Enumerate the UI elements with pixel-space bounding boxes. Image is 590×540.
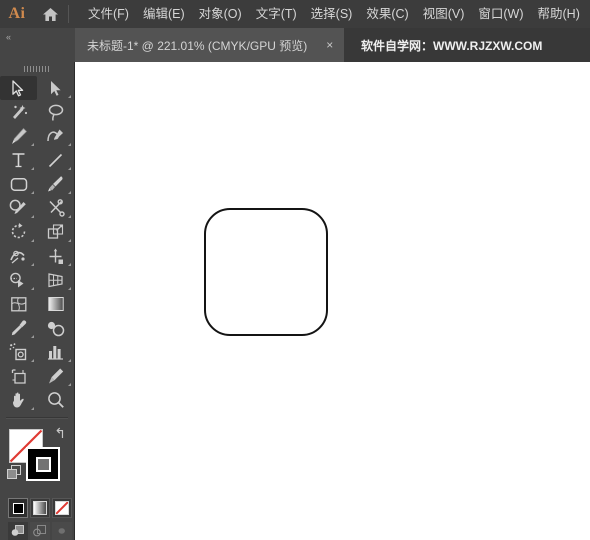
menu-help[interactable]: 帮助(H) [531,0,587,28]
color-mode-button[interactable] [8,498,28,518]
shaper-tool[interactable] [0,196,37,220]
flyout-indicator-icon [68,215,71,218]
menu-divider [68,5,69,23]
document-tab-title: 未标题-1* @ 221.01% (CMYK/GPU 预览) [87,38,308,53]
tools-grid [0,76,74,412]
home-icon[interactable] [34,0,66,28]
promo-banner-text: 软件自学网：WWW.RJZXW.COM [361,38,543,53]
tab-bar-left-gutter: « [0,28,75,62]
rotate-tool[interactable] [0,220,37,244]
collapse-panel-icon[interactable]: « [6,32,11,42]
menu-effect[interactable]: 效果(C) [359,0,415,28]
artboard-tool[interactable] [0,364,37,388]
menu-window[interactable]: 窗口(W) [471,0,530,28]
flyout-indicator-icon [68,239,71,242]
flyout-indicator-icon [31,215,34,218]
tools-panel: ↰ [0,62,75,540]
paintbrush-tool[interactable] [37,172,74,196]
tools-panel-grip[interactable] [0,62,74,76]
type-tool[interactable] [0,148,37,172]
flyout-indicator-icon [68,143,71,146]
flyout-indicator-icon [68,359,71,362]
eyedropper-tool[interactable] [0,316,37,340]
direct-selection-tool[interactable] [37,76,74,100]
artboard-canvas[interactable] [75,62,590,540]
flyout-indicator-icon [68,383,71,386]
mesh-tool[interactable] [0,292,37,316]
perspective-grid-tool[interactable] [37,268,74,292]
none-color-icon [55,501,69,515]
fill-mode-row [0,494,74,518]
stroke-swatch[interactable] [26,447,60,481]
draw-normal-button[interactable] [8,522,28,540]
menu-select[interactable]: 选择(S) [304,0,360,28]
grip-dots-icon [24,66,50,72]
flyout-indicator-icon [31,167,34,170]
column-graph-tool[interactable] [37,340,74,364]
lasso-tool[interactable] [37,100,74,124]
symbol-sprayer-tool[interactable] [0,340,37,364]
default-fill-stroke-icon[interactable] [7,465,22,485]
stroke-swatch-inner [35,456,51,472]
draw-behind-button[interactable] [30,522,50,540]
curvature-tool[interactable] [37,124,74,148]
flyout-indicator-icon [31,287,34,290]
flyout-indicator-icon [31,143,34,146]
flyout-indicator-icon [31,335,34,338]
fill-stroke-controls: ↰ [0,424,74,494]
menu-object[interactable]: 对象(O) [192,0,249,28]
ai-logo: Ai [8,5,26,22]
magic-wand-tool[interactable] [0,100,37,124]
menu-item-list: 文件(F) 编辑(E) 对象(O) 文字(T) 选择(S) 效果(C) 视图(V… [81,0,587,28]
gradient-tool[interactable] [37,292,74,316]
line-segment-tool[interactable] [37,148,74,172]
gradient-mode-button[interactable] [30,498,50,518]
rounded-rectangle-shape[interactable] [204,208,328,336]
scale-tool[interactable] [37,220,74,244]
zoom-tool[interactable] [37,388,74,412]
menu-view[interactable]: 视图(V) [416,0,472,28]
menu-file[interactable]: 文件(F) [81,0,136,28]
pen-tool[interactable] [0,124,37,148]
document-tab[interactable]: 未标题-1* @ 221.01% (CMYK/GPU 预览) × [75,28,345,62]
illustrator-window: Ai 文件(F) 编辑(E) 对象(O) 文字(T) 选择(S) 效果(C) 视… [0,0,590,540]
solid-color-icon [12,502,24,514]
blend-tool[interactable] [37,316,74,340]
rounded-rectangle-tool[interactable] [0,172,37,196]
flyout-indicator-icon [68,191,71,194]
menu-type[interactable]: 文字(T) [249,0,304,28]
menu-bar: Ai 文件(F) 编辑(E) 对象(O) 文字(T) 选择(S) 效果(C) 视… [0,0,590,28]
draw-inside-button[interactable] [52,522,72,540]
flyout-indicator-icon [31,359,34,362]
flyout-indicator-icon [68,287,71,290]
none-mode-button[interactable] [52,498,72,518]
shape-builder-tool[interactable] [0,268,37,292]
flyout-indicator-icon [68,263,71,266]
gradient-icon [33,501,47,515]
scissors-tool[interactable] [37,196,74,220]
slice-tool[interactable] [37,364,74,388]
flyout-indicator-icon [31,239,34,242]
toolbar-divider [6,417,68,419]
flyout-indicator-icon [31,191,34,194]
swap-fill-stroke-icon[interactable]: ↰ [54,426,66,440]
menu-edit[interactable]: 编辑(E) [136,0,192,28]
close-icon[interactable]: × [321,38,338,52]
flyout-indicator-icon [31,263,34,266]
flyout-indicator-icon [68,95,71,98]
width-tool[interactable] [0,244,37,268]
free-transform-tool[interactable] [37,244,74,268]
document-tab-bar: « 未标题-1* @ 221.01% (CMYK/GPU 预览) × 软件自学网… [0,28,590,62]
flyout-indicator-icon [31,407,34,410]
hand-tool[interactable] [0,388,37,412]
drawing-mode-row [0,518,74,540]
flyout-indicator-icon [68,167,71,170]
promo-banner: 软件自学网：WWW.RJZXW.COM [348,28,590,62]
selection-tool[interactable] [0,76,37,100]
